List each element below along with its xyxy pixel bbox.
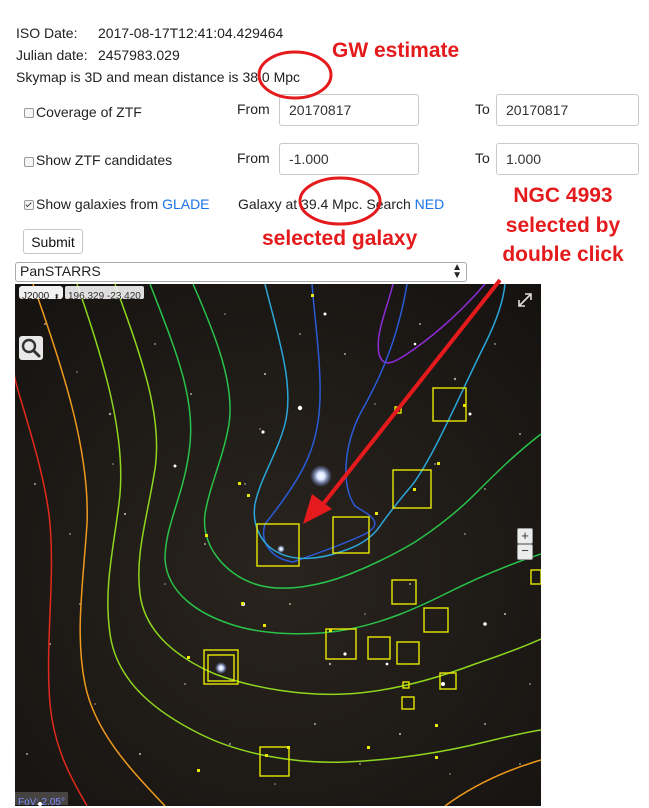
- ngc-annotation-line3: double click: [502, 243, 624, 266]
- gw-estimate-circle: [257, 50, 333, 100]
- selected-galaxy-annotation: selected galaxy: [262, 227, 418, 250]
- ngc-annotation-line2: selected by: [505, 214, 621, 237]
- galaxy-distance-circle: [298, 176, 382, 226]
- annotation-layer: [257, 50, 502, 524]
- gw-estimate-annotation: GW estimate: [332, 39, 460, 62]
- ngc-arrow-shaft: [318, 278, 502, 510]
- ngc-annotation-line1: NGC 4993: [513, 184, 613, 207]
